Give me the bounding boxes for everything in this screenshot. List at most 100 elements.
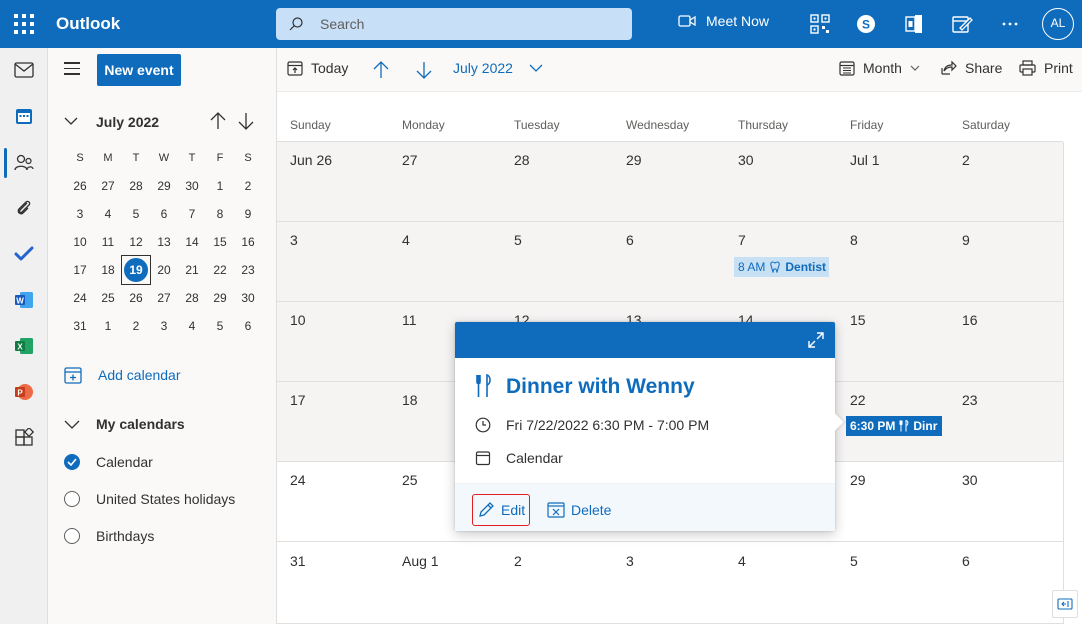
day-number[interactable]: Jul 1 xyxy=(850,152,880,168)
mini-calendar-day[interactable]: 3 xyxy=(150,319,178,333)
app-title[interactable]: Outlook xyxy=(56,14,120,34)
day-number[interactable]: 5 xyxy=(514,232,522,248)
more-options-icon[interactable] xyxy=(998,12,1022,36)
calendar-item-birthdays[interactable]: Birthdays xyxy=(64,528,154,544)
my-calendars-toggle[interactable]: My calendars xyxy=(64,416,185,432)
today-button[interactable]: Today xyxy=(287,60,348,76)
mini-calendar-day[interactable]: 10 xyxy=(66,235,94,249)
mini-calendar-day[interactable]: 30 xyxy=(178,179,206,193)
day-number[interactable]: 17 xyxy=(290,392,306,408)
day-number[interactable]: 11 xyxy=(402,312,417,328)
mini-calendar-day[interactable]: 29 xyxy=(150,179,178,193)
mini-calendar-today[interactable]: 19 xyxy=(121,255,151,285)
search-input[interactable] xyxy=(320,14,620,34)
day-number[interactable]: 5 xyxy=(850,553,858,569)
day-number[interactable]: 2 xyxy=(514,553,522,569)
mini-calendar-day[interactable]: 18 xyxy=(94,263,122,277)
day-number[interactable]: 7 xyxy=(738,232,746,248)
edit-button[interactable]: Edit xyxy=(472,494,531,526)
view-selector[interactable]: Month xyxy=(839,60,920,76)
day-number[interactable]: 4 xyxy=(738,553,746,569)
people-app-button[interactable] xyxy=(0,142,48,182)
print-button[interactable]: Print xyxy=(1019,60,1073,76)
files-app-button[interactable] xyxy=(0,188,48,228)
arrow-down-icon[interactable] xyxy=(416,61,432,79)
app-launcher-icon[interactable] xyxy=(14,14,34,34)
mini-calendar-day[interactable]: 4 xyxy=(178,319,206,333)
day-number[interactable]: 10 xyxy=(290,312,306,328)
mini-calendar-day[interactable]: 31 xyxy=(66,319,94,333)
mini-calendar-day[interactable]: 27 xyxy=(150,291,178,305)
word-app-button[interactable]: W xyxy=(0,280,48,320)
day-number[interactable]: 3 xyxy=(290,232,298,248)
powerpoint-app-button[interactable]: P xyxy=(0,372,48,412)
search-box[interactable] xyxy=(276,8,632,40)
day-number[interactable]: 9 xyxy=(962,232,970,248)
mini-calendar-title[interactable]: July 2022 xyxy=(96,114,159,130)
day-number[interactable]: 30 xyxy=(738,152,754,168)
day-number[interactable]: 16 xyxy=(962,312,978,328)
unchecked-circle-icon[interactable] xyxy=(64,528,80,544)
avatar[interactable]: AL xyxy=(1042,8,1074,40)
mini-calendar-day[interactable]: 13 xyxy=(150,235,178,249)
calendar-app-button[interactable] xyxy=(0,96,48,136)
mini-calendar-day[interactable]: 29 xyxy=(206,291,234,305)
mini-calendar-day[interactable]: 1 xyxy=(206,179,234,193)
mini-calendar-day[interactable]: 12 xyxy=(122,235,150,249)
mini-calendar-day[interactable]: 11 xyxy=(94,235,122,249)
arrow-up-icon[interactable] xyxy=(210,112,226,130)
delete-button[interactable]: Delete xyxy=(543,494,615,526)
mini-calendar-day[interactable]: 14 xyxy=(178,235,206,249)
mini-calendar-day[interactable]: 30 xyxy=(234,291,262,305)
day-number[interactable]: 25 xyxy=(402,472,418,488)
checked-circle-icon[interactable] xyxy=(64,454,80,470)
mini-calendar-day[interactable]: 23 xyxy=(234,263,262,277)
mini-calendar-day[interactable]: 26 xyxy=(66,179,94,193)
more-apps-button[interactable] xyxy=(0,418,48,458)
mini-calendar-day[interactable]: 22 xyxy=(206,263,234,277)
meet-now-button[interactable]: Meet Now xyxy=(678,13,769,29)
day-number[interactable]: Jun 26 xyxy=(290,152,332,168)
mini-calendar-day[interactable]: 6 xyxy=(234,319,262,333)
day-number[interactable]: 29 xyxy=(850,472,866,488)
mini-calendar-day[interactable]: 7 xyxy=(178,207,206,221)
mini-calendar-day[interactable]: 4 xyxy=(94,207,122,221)
new-event-button[interactable]: New event xyxy=(97,54,181,86)
day-number[interactable]: 28 xyxy=(514,152,530,168)
arrow-up-icon[interactable] xyxy=(373,61,389,79)
day-number[interactable]: 6 xyxy=(626,232,634,248)
feedback-icon[interactable] xyxy=(950,12,974,36)
day-number[interactable]: 15 xyxy=(850,312,866,328)
expand-icon[interactable] xyxy=(807,331,825,349)
day-number[interactable]: 22 xyxy=(850,392,866,408)
day-number[interactable]: 23 xyxy=(962,392,978,408)
mini-calendar-day[interactable]: 20 xyxy=(150,263,178,277)
skype-icon[interactable]: S xyxy=(854,12,878,36)
chevron-down-icon[interactable] xyxy=(64,116,78,126)
mini-calendar-day[interactable]: 28 xyxy=(122,179,150,193)
day-number[interactable]: 6 xyxy=(962,553,970,569)
mini-calendar-day[interactable]: 8 xyxy=(206,207,234,221)
qr-code-icon[interactable] xyxy=(808,12,832,36)
mini-calendar-day[interactable]: 27 xyxy=(94,179,122,193)
mini-calendar-day[interactable]: 17 xyxy=(66,263,94,277)
mini-calendar-day[interactable]: 24 xyxy=(66,291,94,305)
hamburger-menu-icon[interactable] xyxy=(64,62,80,76)
mail-app-button[interactable] xyxy=(0,50,48,90)
mini-calendar-day[interactable]: 5 xyxy=(122,207,150,221)
mini-calendar-day[interactable]: 6 xyxy=(150,207,178,221)
unchecked-circle-icon[interactable] xyxy=(64,491,80,507)
mini-calendar-day[interactable]: 21 xyxy=(178,263,206,277)
add-calendar-button[interactable]: Add calendar xyxy=(64,366,181,384)
mini-calendar-day[interactable]: 1 xyxy=(94,319,122,333)
mini-calendar-day[interactable]: 2 xyxy=(122,319,150,333)
mini-calendar-day[interactable]: 25 xyxy=(94,291,122,305)
mini-calendar-day[interactable]: 2 xyxy=(234,179,262,193)
excel-app-button[interactable]: X xyxy=(0,326,48,366)
arrow-down-icon[interactable] xyxy=(238,112,254,130)
day-number[interactable]: 8 xyxy=(850,232,858,248)
period-selector[interactable]: July 2022 xyxy=(453,60,543,76)
day-number[interactable]: 29 xyxy=(626,152,642,168)
day-number[interactable]: Aug 1 xyxy=(402,553,439,569)
day-number[interactable]: 24 xyxy=(290,472,306,488)
